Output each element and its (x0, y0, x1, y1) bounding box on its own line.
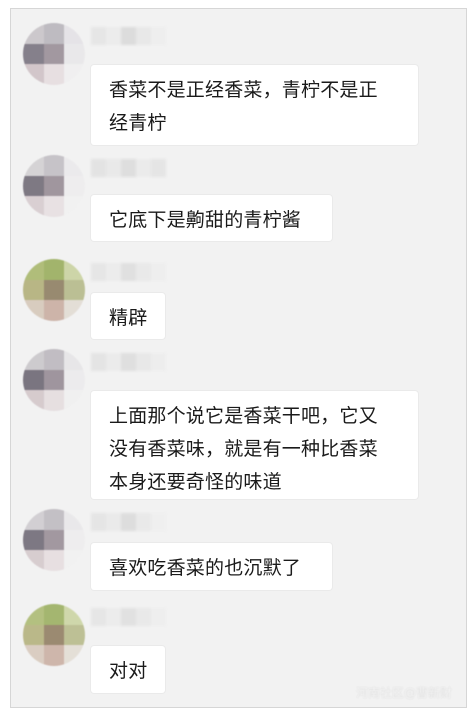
avatar[interactable] (23, 259, 85, 321)
message-bubble[interactable]: 对对 (91, 646, 165, 693)
sender-name (91, 353, 166, 373)
chat-window: 香菜不是正经香菜，青柠不是正 经青柠 它底下是齁甜的青柠酱 精辟 上面那个说它是… (10, 8, 467, 708)
message-bubble[interactable]: 它底下是齁甜的青柠酱 (91, 195, 332, 241)
message-bubble[interactable]: 精辟 (91, 293, 165, 339)
chat-message: 喜欢吃香菜的也沉默了 (11, 509, 466, 594)
sender-name (91, 263, 166, 283)
avatar[interactable] (23, 349, 85, 411)
chat-message: 它底下是齁甜的青柠酱 (11, 155, 466, 241)
chat-message: 上面那个说它是香菜干吧，它又 没有香菜味，就是有一种比香菜 本身还要奇怪的味道 (11, 349, 466, 504)
avatar[interactable] (23, 155, 85, 217)
sender-name (91, 27, 166, 47)
chat-message: 香菜不是正经香菜，青柠不是正 经青柠 (11, 23, 466, 148)
sender-name (91, 513, 166, 533)
avatar[interactable] (23, 604, 85, 666)
message-bubble[interactable]: 上面那个说它是香菜干吧，它又 没有香菜味，就是有一种比香菜 本身还要奇怪的味道 (91, 391, 418, 499)
message-bubble[interactable]: 喜欢吃香菜的也沉默了 (91, 543, 332, 590)
avatar[interactable] (23, 23, 85, 85)
sender-name (91, 159, 166, 179)
avatar[interactable] (23, 509, 85, 571)
chat-message: 精辟 (11, 259, 466, 344)
sender-name (91, 608, 166, 628)
watermark: 河南社区@曹新财 (355, 686, 452, 700)
message-bubble[interactable]: 香菜不是正经香菜，青柠不是正 经青柠 (91, 65, 418, 145)
